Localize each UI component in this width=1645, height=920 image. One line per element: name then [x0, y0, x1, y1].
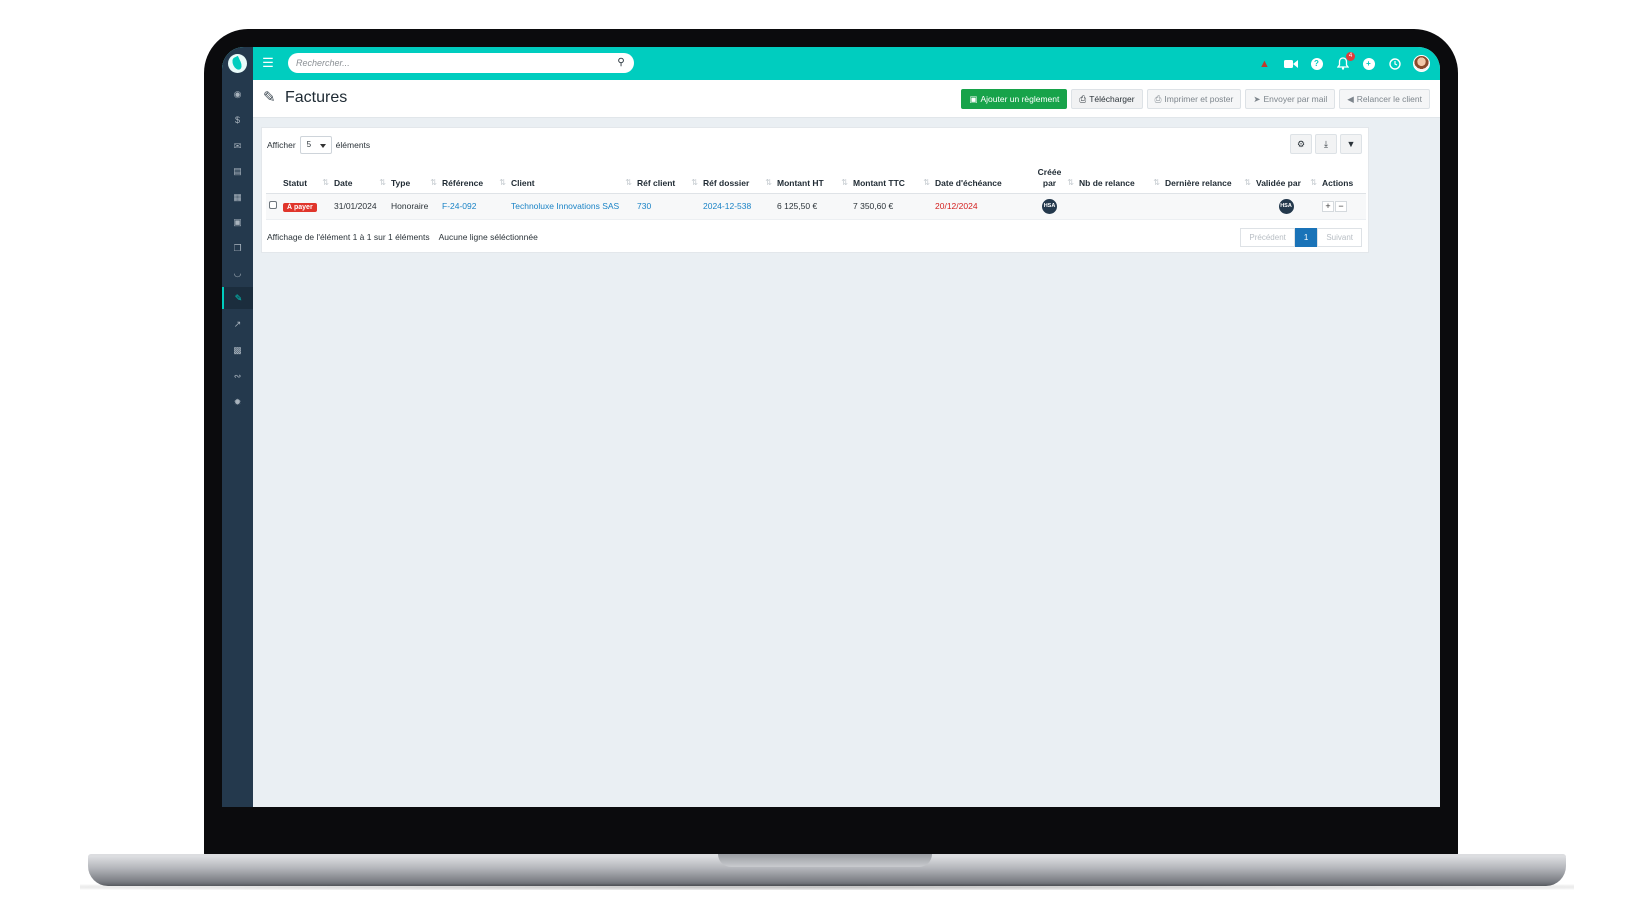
- created-by-avatar: HSA: [1042, 198, 1057, 214]
- money-icon: ▣: [969, 93, 978, 104]
- megaphone-icon: ◀: [1347, 93, 1354, 104]
- col-due-date[interactable]: Date d'échéance: [932, 165, 1023, 194]
- edit-invoice-icon[interactable]: ✎: [222, 287, 253, 309]
- col-validated-by[interactable]: Validée par ⇅: [1253, 165, 1319, 194]
- row-checkbox[interactable]: [269, 201, 277, 209]
- page-header: ✎ Factures ▣ Ajouter un règlement ⎙ Téléch…: [253, 80, 1440, 118]
- clock-icon[interactable]: [1387, 56, 1402, 71]
- paper-plane-icon: ➤: [1253, 93, 1261, 104]
- download-button[interactable]: ⎙ Télécharger: [1071, 89, 1143, 109]
- pagination-next[interactable]: Suivant: [1317, 228, 1362, 247]
- app-logo[interactable]: [222, 47, 253, 80]
- col-last-reminder[interactable]: Dernière relance ⇅: [1162, 165, 1253, 194]
- search-icon[interactable]: ⚲: [614, 56, 628, 70]
- page-title: ✎ Factures: [263, 89, 347, 107]
- coins-icon[interactable]: $: [222, 109, 253, 131]
- remind-client-button[interactable]: ◀ Relancer le client: [1339, 89, 1430, 109]
- chart-icon[interactable]: ↗: [222, 313, 253, 335]
- col-actions: Actions: [1319, 165, 1366, 194]
- invoices-card: Afficher 5 éléments ⚙ ⤓ ▼ Statut ⇅ Date ⇅ …: [261, 127, 1369, 253]
- files-icon[interactable]: ❐: [222, 237, 253, 259]
- cell-type: Honoraire: [388, 193, 439, 220]
- cell-reminder-count: [1076, 193, 1162, 220]
- help-icon[interactable]: ?: [1309, 56, 1324, 71]
- settings-icon[interactable]: ✹: [222, 391, 253, 413]
- col-status[interactable]: Statut ⇅: [280, 165, 331, 194]
- col-client-ref[interactable]: Réf client ⇅: [634, 165, 700, 194]
- table-tools: ⚙ ⤓ ▼: [1290, 134, 1362, 154]
- calculator-icon[interactable]: ▩: [222, 339, 253, 361]
- client-link[interactable]: Technoluxe Innovations SAS: [511, 201, 619, 211]
- user-avatar[interactable]: [1413, 55, 1430, 72]
- export-icon[interactable]: ⤓: [1315, 134, 1337, 154]
- pagination-page-1[interactable]: 1: [1294, 228, 1318, 247]
- cell-amount-ht: 6 125,50 €: [774, 193, 850, 220]
- send-mail-button[interactable]: ➤ Envoyer par mail: [1245, 89, 1336, 109]
- validated-by-avatar: HSA: [1278, 198, 1294, 214]
- col-type[interactable]: Type ⇅: [388, 165, 439, 194]
- col-created-by[interactable]: Créée par ⇅: [1023, 165, 1076, 194]
- client-ref-link[interactable]: 730: [637, 201, 651, 211]
- pagination: Précédent 1 Suivant: [1240, 228, 1362, 247]
- fire-extinguisher-icon[interactable]: ▲: [1257, 56, 1272, 71]
- col-amount-ht[interactable]: Montant HT ⇅: [774, 165, 850, 194]
- col-amount-ttc[interactable]: Montant TTC ⇅: [850, 165, 932, 194]
- bell-icon[interactable]: 4: [1335, 52, 1355, 71]
- col-folder-ref[interactable]: Réf dossier ⇅: [700, 165, 774, 194]
- document-icon[interactable]: ▤: [222, 160, 253, 182]
- top-icons: ▲ ? 4 +: [1257, 52, 1430, 75]
- rss-icon[interactable]: ∾: [222, 365, 253, 387]
- add-circle-icon[interactable]: +: [1361, 56, 1376, 71]
- printer-icon: ⎙: [1154, 93, 1162, 104]
- table-header-row: Statut ⇅ Date ⇅ Type ⇅ Référence ⇅ Client ⇅ R…: [266, 165, 1366, 194]
- page-size-select[interactable]: 5: [299, 136, 332, 154]
- col-reminder-count[interactable]: Nb de relance ⇅: [1076, 165, 1162, 194]
- collapse-row-button[interactable]: −: [1335, 200, 1347, 212]
- menu-toggle-icon[interactable]: ☰: [260, 54, 276, 72]
- sidebar: ◉ $ ✉ ▤ ▦ ▣ ❐ ◡ ✎ ↗ ▩ ∾ ✹: [222, 80, 253, 807]
- dashboard-icon[interactable]: ◉: [222, 83, 253, 105]
- app-screen: ☰ ⚲ ▲ ? 4 + ◉ $ ✉ ▤ ▦ ▣ ❐: [222, 47, 1440, 807]
- printer-icon: ⎙: [1079, 93, 1087, 104]
- col-client[interactable]: Client ⇅: [508, 165, 634, 194]
- invoices-table: Statut ⇅ Date ⇅ Type ⇅ Référence ⇅ Client ⇅ R…: [266, 165, 1366, 220]
- due-date-value: 20/12/2024: [935, 201, 978, 211]
- video-camera-icon[interactable]: [1283, 56, 1298, 71]
- laptop-shadow: [80, 884, 1574, 890]
- cell-amount-ttc: 7 350,60 €: [850, 193, 932, 220]
- gear-icon[interactable]: ⚙: [1290, 134, 1312, 154]
- status-badge: À payer: [283, 202, 317, 212]
- pagination-prev[interactable]: Précédent: [1240, 228, 1295, 247]
- print-post-button[interactable]: ⎙ Imprimer et poster: [1146, 89, 1242, 109]
- laptop-notch: [718, 854, 932, 867]
- edit-icon: ✎: [263, 89, 276, 106]
- inbox-icon[interactable]: ◡: [222, 262, 253, 284]
- mail-icon[interactable]: ✉: [222, 135, 253, 157]
- page-size-control: Afficher 5 éléments: [267, 136, 370, 154]
- search-box: ⚲: [288, 53, 634, 73]
- filter-icon[interactable]: ▼: [1340, 134, 1362, 154]
- expand-row-button[interactable]: +: [1322, 200, 1334, 212]
- reference-link[interactable]: F-24-092: [442, 201, 477, 211]
- search-input[interactable]: [296, 55, 606, 71]
- notification-badge: 4: [1346, 52, 1355, 61]
- briefcase-icon[interactable]: ▣: [222, 211, 253, 233]
- add-payment-button[interactable]: ▣ Ajouter un règlement: [961, 89, 1068, 109]
- col-date[interactable]: Date ⇅: [331, 165, 388, 194]
- table-info: Affichage de l'élément 1 à 1 sur 1 éléme…: [267, 232, 538, 242]
- col-select: [266, 165, 280, 194]
- table-row[interactable]: À payer 31/01/2024 Honoraire F-24-092 Te…: [266, 193, 1366, 220]
- actions-bar: ▣ Ajouter un règlement ⎙ Télécharger ⎙ Impr…: [961, 89, 1430, 109]
- cell-date: 31/01/2024: [331, 193, 388, 220]
- folder-ref-link[interactable]: 2024-12-538: [703, 201, 751, 211]
- cell-last-reminder: [1162, 193, 1253, 220]
- col-reference[interactable]: Référence ⇅: [439, 165, 508, 194]
- page-title-text: Factures: [285, 89, 348, 106]
- top-bar: ☰ ⚲ ▲ ? 4 +: [222, 47, 1440, 80]
- logo-icon: [228, 54, 247, 73]
- calendar-icon[interactable]: ▦: [222, 186, 253, 208]
